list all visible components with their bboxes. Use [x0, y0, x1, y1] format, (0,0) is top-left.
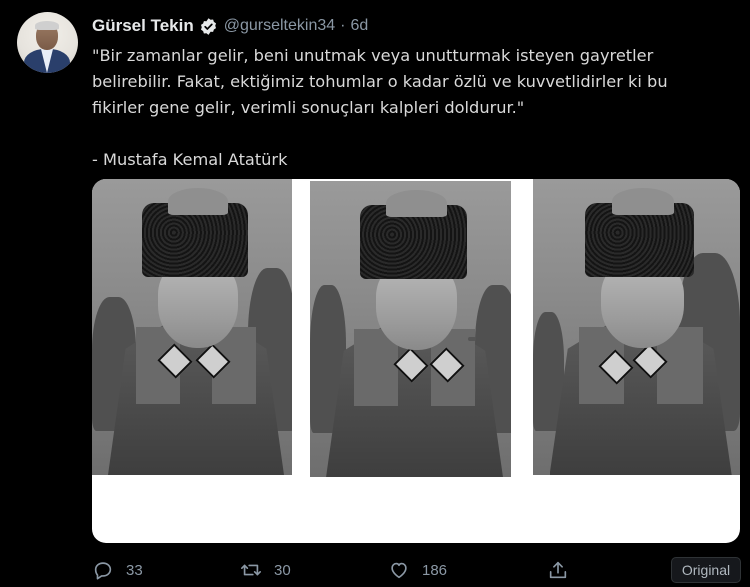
- reply-button[interactable]: 33: [92, 557, 143, 583]
- share-icon: [549, 561, 567, 579]
- like-button[interactable]: 186: [388, 557, 447, 583]
- reply-icon: [94, 562, 112, 580]
- photo-panel-middle: [310, 181, 511, 477]
- tweet-text: "Bir zamanlar gelir, beni unutmak veya u…: [92, 46, 668, 169]
- author-avatar[interactable]: [17, 12, 78, 73]
- photo-panel-right: [533, 179, 740, 475]
- original-button[interactable]: Original: [671, 557, 741, 583]
- header-separator: ·: [340, 17, 346, 34]
- tweet-actions: 33 30 186: [92, 557, 750, 583]
- photo-panel-left: [92, 179, 292, 475]
- retweet-icon: [241, 564, 261, 576]
- tweet-timestamp[interactable]: 6d: [350, 17, 368, 35]
- share-button[interactable]: [547, 557, 569, 583]
- avatar-hair: [35, 21, 59, 30]
- author-handle[interactable]: @gurseltekin34: [224, 17, 335, 35]
- tweet-media-image[interactable]: [92, 179, 740, 543]
- like-count: 186: [422, 561, 448, 579]
- author-name[interactable]: Gürsel Tekin: [92, 16, 194, 36]
- reply-count: 33: [126, 561, 143, 579]
- retweet-button[interactable]: 30: [240, 557, 291, 583]
- verified-badge-icon: [200, 17, 216, 35]
- retweet-count: 30: [274, 561, 291, 579]
- heart-icon: [391, 562, 407, 579]
- paper-mark: [468, 337, 476, 341]
- tweet-header: Gürsel Tekin @gurseltekin34 · 6d: [92, 14, 368, 38]
